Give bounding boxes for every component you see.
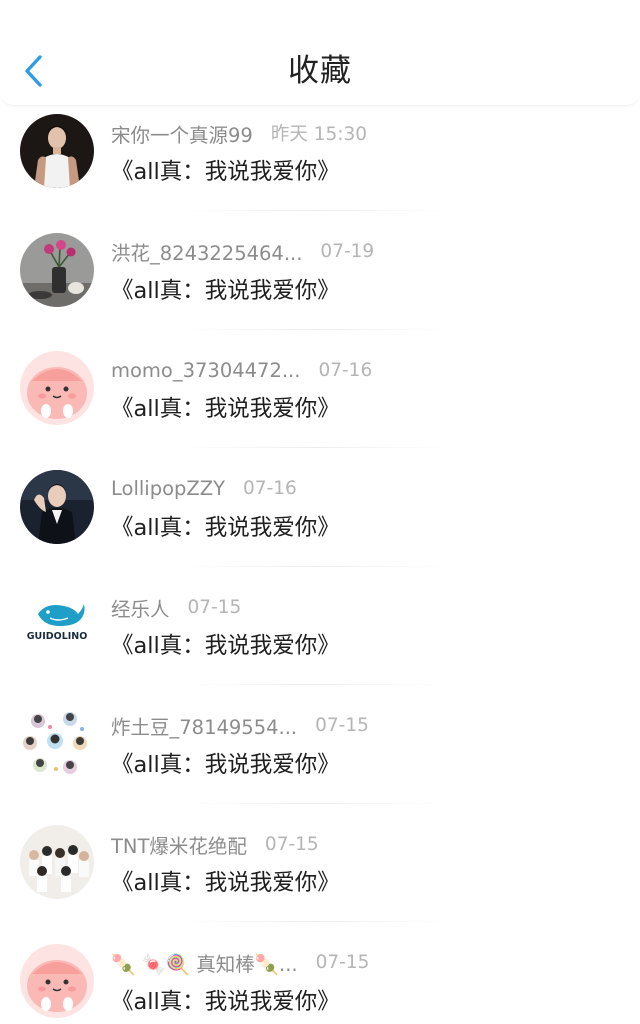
avatar[interactable] bbox=[20, 825, 94, 899]
username[interactable]: 炸土豆_78149554... bbox=[111, 711, 297, 740]
avatar[interactable] bbox=[20, 232, 94, 307]
username[interactable]: 宋你一个真源99 bbox=[111, 119, 253, 148]
username[interactable]: TNT爆米花绝配 bbox=[111, 830, 247, 859]
divider bbox=[180, 565, 450, 567]
divider bbox=[180, 921, 450, 922]
collection-title[interactable]: 《all真：我说我爱你》 bbox=[111, 391, 340, 423]
username[interactable]: momo_37304472... bbox=[111, 359, 300, 382]
avatar[interactable]: GUIDOLINO bbox=[20, 588, 94, 662]
collection-title[interactable]: 《all真：我说我爱你》 bbox=[111, 747, 340, 779]
avatar[interactable] bbox=[20, 469, 94, 544]
collection-title[interactable]: 《all真：我说我爱你》 bbox=[111, 984, 340, 1016]
timestamp: 昨天 15:30 bbox=[270, 124, 368, 145]
divider bbox=[180, 210, 450, 211]
collection-title[interactable]: 《all真：我说我爱你》 bbox=[111, 628, 340, 660]
username[interactable]: 🍡 🍬🍭 真知棒🍡... bbox=[111, 948, 298, 977]
avatar[interactable] bbox=[20, 114, 94, 188]
timestamp: 07-15 bbox=[264, 833, 319, 855]
collection-title[interactable]: 《all真：我说我爱你》 bbox=[111, 154, 340, 186]
avatar[interactable] bbox=[20, 706, 94, 781]
page-title: 收藏 bbox=[288, 53, 352, 89]
timestamp: 07-15 bbox=[315, 715, 369, 736]
timestamp: 07-16 bbox=[318, 359, 373, 381]
list-item[interactable]: 宋你一个真源99 昨天 15:30 《all真：我说我爱你》 bbox=[0, 106, 640, 225]
avatar[interactable] bbox=[20, 351, 94, 425]
timestamp: 07-16 bbox=[243, 478, 297, 499]
collection-title[interactable]: 《all真：我说我爱你》 bbox=[111, 510, 340, 542]
list-item[interactable]: 炸土豆_78149554... 07-15 《all真：我说我爱你》 bbox=[0, 699, 640, 818]
list-item[interactable]: LollipopZZY 07-16 《all真：我说我爱你》 bbox=[0, 462, 640, 581]
list-item[interactable]: 🍡 🍬🍭 真知棒🍡... 07-15 《all真：我说我爱你》 bbox=[0, 936, 640, 1024]
username[interactable]: 洪花_8243225464... bbox=[111, 237, 302, 266]
divider bbox=[180, 684, 450, 685]
divider bbox=[180, 802, 450, 804]
divider bbox=[180, 447, 450, 448]
timestamp: 07-15 bbox=[187, 596, 242, 618]
username[interactable]: LollipopZZY bbox=[111, 477, 225, 500]
list-item[interactable]: TNT爆米花绝配 07-15 《all真：我说我爱你》 bbox=[0, 817, 640, 936]
top-nav-bar: 收藏 bbox=[0, 0, 640, 106]
avatar[interactable] bbox=[20, 943, 94, 1018]
favorites-list: 宋你一个真源99 昨天 15:30 《all真：我说我爱你》 洪花_824322… bbox=[0, 106, 640, 1024]
svg-text:GUIDOLINO: GUIDOLINO bbox=[27, 631, 88, 642]
list-item[interactable]: GUIDOLINO 经乐人 07-15 《all真：我说我爱你》 bbox=[0, 580, 640, 699]
divider bbox=[180, 328, 450, 330]
timestamp: 07-19 bbox=[320, 241, 375, 262]
list-item[interactable]: momo_37304472... 07-16 《all真：我说我爱你》 bbox=[0, 343, 640, 462]
list-item[interactable]: 洪花_8243225464... 07-19 《all真：我说我爱你》 bbox=[0, 225, 640, 344]
collection-title[interactable]: 《all真：我说我爱你》 bbox=[111, 273, 340, 305]
username[interactable]: 经乐人 bbox=[111, 593, 170, 622]
collection-title[interactable]: 《all真：我说我爱你》 bbox=[111, 865, 340, 897]
timestamp: 07-15 bbox=[315, 952, 370, 973]
